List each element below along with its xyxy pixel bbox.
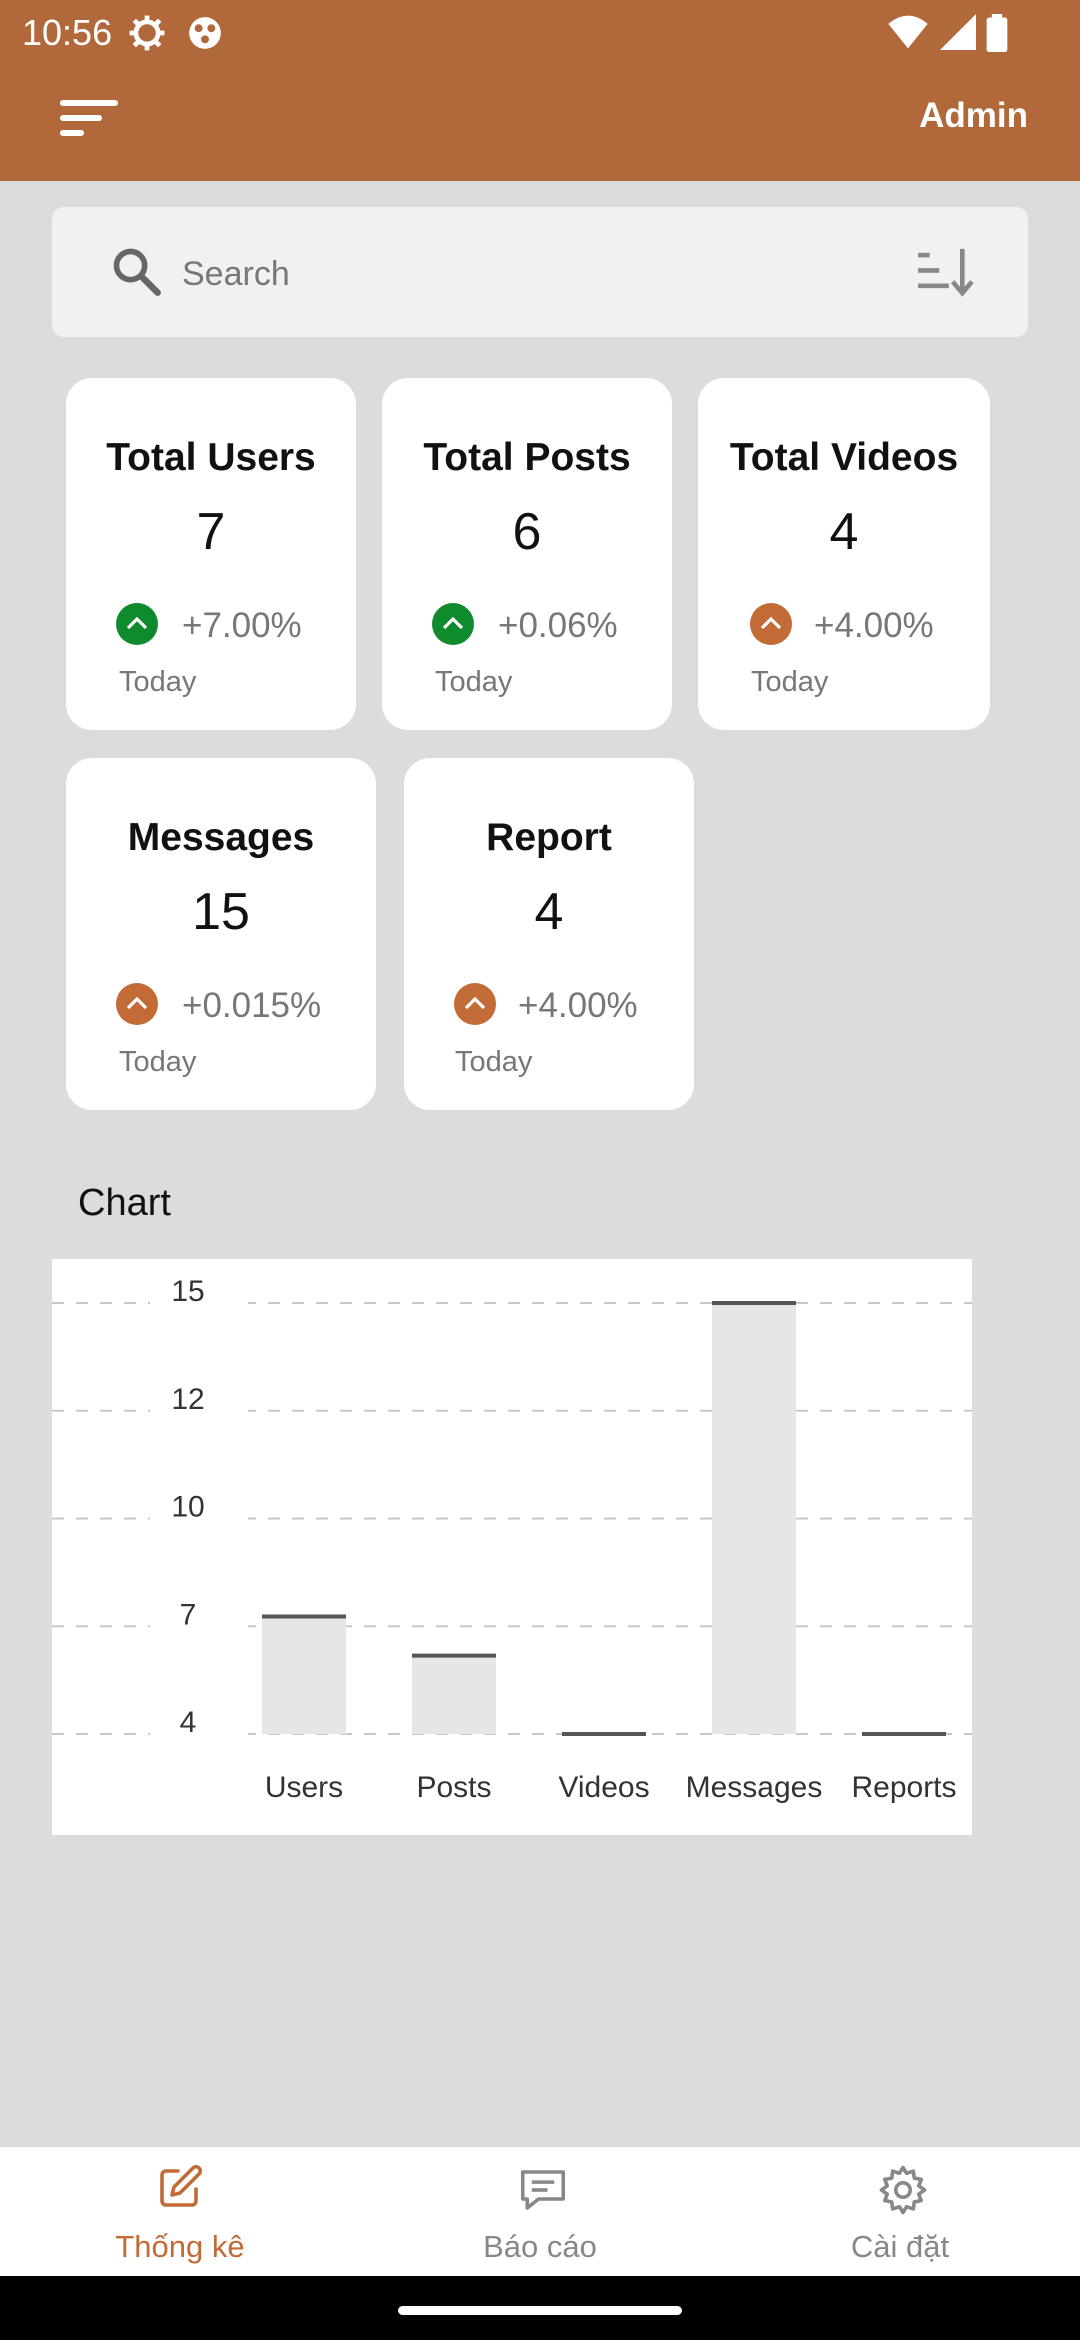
wifi-icon [888, 15, 928, 49]
y-tick-label: 7 [180, 1598, 197, 1631]
tick-label-bg [150, 1712, 248, 1738]
card-title: Total Posts [423, 436, 631, 479]
trend-up-icon [454, 983, 496, 1025]
card-period: Today [455, 1046, 533, 1078]
tick-label-bg [150, 1604, 248, 1631]
top-app-bar: 10:56 Admin [0, 0, 1080, 181]
trend-up-icon [432, 603, 474, 645]
bar [412, 1655, 496, 1734]
y-tick-label: 4 [180, 1706, 197, 1739]
card-value: 7 [196, 503, 226, 561]
chart-title: Chart [78, 1182, 171, 1224]
card-title: Messages [127, 816, 315, 859]
card-value: 6 [512, 503, 542, 561]
bar [262, 1616, 346, 1734]
card-title: Total Users [106, 436, 316, 479]
x-tick-label: Posts [416, 1771, 491, 1804]
bar-chart: 4 7 10 12 15 Users Posts Videos Messages Reports [52, 1259, 972, 1835]
bottom-navigation: Thống kê Báo cáo Cài đặt [0, 2146, 1080, 2276]
card-title: Total Videos [729, 436, 959, 479]
status-time: 10:56 [22, 12, 113, 53]
nav-item-statistics[interactable]: Thống kê [0, 2147, 360, 2277]
stat-card-posts[interactable]: Total Posts 6 +0.06% Today [382, 378, 672, 730]
bar-chart-svg: 4 7 10 12 15 Users Posts Videos Messages Reports [52, 1275, 972, 1804]
card-value: 15 [192, 883, 250, 941]
trend-up-icon [116, 983, 158, 1025]
card-percent: +4.00% [814, 606, 934, 645]
x-tick-label: Messages [686, 1771, 823, 1804]
card-period: Today [119, 666, 197, 698]
stat-card-report[interactable]: Report 4 +4.00% Today [404, 758, 694, 1110]
edit-icon [160, 2164, 203, 2207]
card-value: 4 [534, 883, 564, 941]
y-tick-label: 15 [171, 1275, 204, 1308]
home-handle[interactable] [398, 2306, 682, 2315]
card-value: 4 [829, 503, 859, 561]
stat-card-users[interactable]: Total Users 7 +7.00% Today [66, 378, 356, 730]
stat-card-videos[interactable]: Total Videos 4 +4.00% Today [698, 378, 990, 730]
card-period: Today [119, 1046, 197, 1078]
nav-label: Thống kê [115, 2229, 245, 2264]
card-period: Today [435, 666, 513, 698]
status-bar: 10:56 [0, 0, 1080, 64]
x-tick-label: Reports [851, 1771, 956, 1804]
x-tick-label: Videos [558, 1771, 649, 1804]
nav-item-settings[interactable]: Cài đặt [720, 2147, 1080, 2277]
system-navigation-bar [0, 2276, 1080, 2340]
nav-label: Báo cáo [483, 2229, 597, 2264]
stat-card-messages[interactable]: Messages 15 +0.015% Today [66, 758, 376, 1110]
search-bar[interactable]: Search [52, 207, 1028, 337]
card-percent: +0.015% [182, 986, 322, 1025]
nav-label: Cài đặt [850, 2229, 950, 2264]
game-status-icon [189, 17, 221, 49]
bar [712, 1303, 796, 1734]
search-input[interactable]: Search [182, 255, 290, 294]
search-icon [113, 248, 161, 296]
appbar-title[interactable]: Admin [919, 96, 1028, 136]
card-title: Report [486, 816, 612, 859]
menu-icon[interactable] [58, 98, 122, 138]
card-percent: +4.00% [518, 986, 638, 1025]
trend-up-icon [750, 603, 792, 645]
card-period: Today [751, 666, 829, 698]
trend-up-icon [116, 603, 158, 645]
nav-item-reports[interactable]: Báo cáo [360, 2147, 720, 2277]
gear-icon [879, 2165, 927, 2215]
y-tick-label: 12 [171, 1383, 204, 1416]
message-icon [520, 2170, 566, 2210]
y-tick-label: 10 [171, 1491, 204, 1524]
battery-icon [986, 14, 1008, 52]
signal-icon [940, 14, 976, 50]
sort-icon[interactable] [916, 247, 974, 297]
x-tick-label: Users [265, 1771, 343, 1804]
card-percent: +7.00% [182, 606, 302, 645]
settings-status-icon [129, 15, 165, 51]
card-percent: +0.06% [498, 606, 618, 645]
